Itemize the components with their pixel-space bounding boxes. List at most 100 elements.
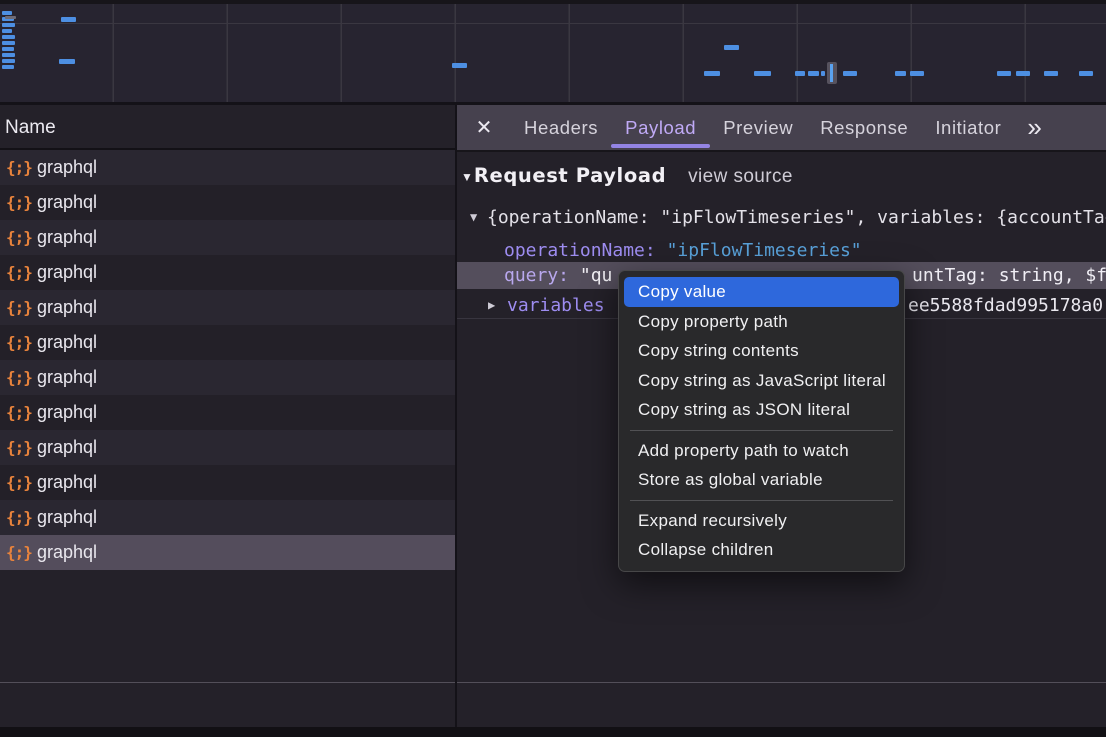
close-icon: ✕	[476, 117, 493, 139]
context-menu-item[interactable]: Copy value	[624, 277, 899, 307]
network-request-row[interactable]: {;} graphql	[0, 360, 455, 395]
json-file-icon: {;}	[6, 158, 32, 177]
context-menu-item[interactable]: Expand recursively	[619, 506, 904, 536]
request-timing-bar	[795, 71, 805, 76]
request-timing-bar	[843, 71, 857, 76]
payload-root-preview: {operationName: "ipFlowTimeseries", vari…	[487, 205, 1106, 230]
network-request-row[interactable]: {;} graphql	[0, 290, 455, 325]
request-payload-title: Request Payload	[474, 163, 666, 189]
request-timing-bar	[2, 65, 14, 69]
json-file-icon: {;}	[6, 263, 32, 282]
request-timing-bar	[2, 53, 15, 57]
devtools-screenshot: Name {;} graphql {;} graphql {;} graphql…	[0, 0, 1110, 740]
expanded-arrow-icon[interactable]: ▼	[470, 205, 477, 230]
tab-initiator[interactable]: Initiator	[935, 105, 1001, 150]
network-request-row[interactable]: {;} graphql	[0, 500, 455, 535]
request-timing-bar	[910, 71, 924, 76]
request-name: graphql	[37, 192, 97, 213]
panel-divider[interactable]	[455, 105, 457, 728]
request-name: graphql	[37, 542, 97, 563]
context-menu-item[interactable]: Copy string contents	[619, 336, 904, 366]
json-file-icon: {;}	[6, 403, 32, 422]
json-file-icon: {;}	[6, 508, 32, 527]
context-menu-item[interactable]: Copy string as JSON literal	[619, 395, 904, 425]
more-tabs-button[interactable]: »	[1027, 105, 1041, 150]
detail-tab-bar: ✕ Headers Payload Preview Response Initi…	[457, 105, 1106, 152]
request-name: graphql	[37, 367, 97, 388]
request-timing-bar	[1044, 71, 1058, 76]
request-timing-bar	[1016, 71, 1030, 76]
menu-separator	[630, 430, 893, 431]
tab-label: Preview	[723, 117, 793, 138]
network-request-row[interactable]: {;} graphql	[0, 185, 455, 220]
json-file-icon: {;}	[6, 298, 32, 317]
request-name: graphql	[37, 262, 97, 283]
overview-selection-tick	[830, 64, 833, 82]
overview-selection-marker	[827, 62, 837, 84]
tab-label: Payload	[625, 117, 696, 138]
context-menu-item[interactable]: Add property path to watch	[619, 436, 904, 466]
payload-property-operationname[interactable]: operationName: "ipFlowTimeseries"	[457, 238, 1106, 263]
request-timing-bar	[704, 71, 720, 76]
property-key: variables	[507, 295, 605, 316]
network-request-row[interactable]: {;} graphql	[0, 150, 455, 185]
network-request-row[interactable]: {;} graphql	[0, 220, 455, 255]
property-value: "ipFlowTimeseries"	[667, 240, 862, 261]
request-timing-bar	[452, 63, 467, 68]
tab-label: Initiator	[935, 117, 1001, 138]
collapsed-arrow-icon[interactable]: ▶	[488, 293, 495, 318]
timeline-gridlines	[0, 4, 1106, 102]
property-value-continued: ee5588fdad995178a0	[908, 293, 1103, 318]
property-key: query:	[504, 265, 569, 286]
property-value-start: "qu	[580, 265, 613, 286]
window-bottom-edge	[0, 727, 1106, 737]
close-panel-button[interactable]: ✕	[471, 115, 497, 140]
view-source-link[interactable]: view source	[688, 164, 793, 190]
json-file-icon: {;}	[6, 333, 32, 352]
name-column-header[interactable]: Name	[0, 105, 455, 150]
network-request-row[interactable]: {;} graphql	[0, 535, 455, 570]
tab-label: Headers	[524, 117, 598, 138]
network-overview-timeline[interactable]	[0, 0, 1106, 105]
context-menu-item[interactable]: Copy property path	[619, 307, 904, 337]
context-menu-item[interactable]: Copy string as JavaScript literal	[619, 366, 904, 396]
context-menu: Copy valueCopy property pathCopy string …	[618, 270, 905, 572]
request-timing-bar	[2, 23, 15, 27]
tab-response[interactable]: Response	[820, 105, 908, 150]
request-timing-bar	[2, 29, 12, 33]
request-timing-bar	[2, 41, 15, 45]
request-list: {;} graphql {;} graphql {;} graphql {;} …	[0, 150, 455, 570]
collapse-triangle-icon[interactable]: ▼	[461, 170, 473, 184]
request-timing-bar	[61, 17, 76, 22]
network-request-row[interactable]: {;} graphql	[0, 430, 455, 465]
tab-preview[interactable]: Preview	[723, 105, 793, 150]
request-timing-bar	[1079, 71, 1093, 76]
request-timing-bar	[821, 71, 825, 76]
property-key: operationName:	[504, 240, 656, 261]
request-timing-bar	[895, 71, 906, 76]
tab-headers[interactable]: Headers	[524, 105, 598, 150]
context-menu-item[interactable]: Store as global variable	[619, 465, 904, 495]
request-name: graphql	[37, 507, 97, 528]
devtools-network-panel: Name {;} graphql {;} graphql {;} graphql…	[0, 0, 1106, 737]
network-request-row[interactable]: {;} graphql	[0, 395, 455, 430]
json-file-icon: {;}	[6, 193, 32, 212]
request-payload-section-header: ▼Request Payload view source	[457, 163, 1106, 189]
network-request-row[interactable]: {;} graphql	[0, 325, 455, 360]
payload-root-node[interactable]: ▼ {operationName: "ipFlowTimeseries", va…	[457, 205, 1106, 230]
request-name: graphql	[37, 437, 97, 458]
json-file-icon: {;}	[6, 368, 32, 387]
property-value-continued: untTag: string, $f	[912, 262, 1106, 289]
network-request-row[interactable]: {;} graphql	[0, 255, 455, 290]
json-file-icon: {;}	[6, 438, 32, 457]
context-menu-item[interactable]: Collapse children	[619, 535, 904, 565]
tab-payload[interactable]: Payload	[625, 105, 696, 150]
network-request-row[interactable]: {;} graphql	[0, 465, 455, 500]
tab-label: Response	[820, 117, 908, 138]
json-file-icon: {;}	[6, 228, 32, 247]
request-name: graphql	[37, 157, 97, 178]
request-timing-bar	[724, 45, 739, 50]
request-timing-bar	[5, 16, 16, 19]
timeline-gridline-horizontal	[0, 23, 1106, 24]
json-file-icon: {;}	[6, 543, 32, 562]
